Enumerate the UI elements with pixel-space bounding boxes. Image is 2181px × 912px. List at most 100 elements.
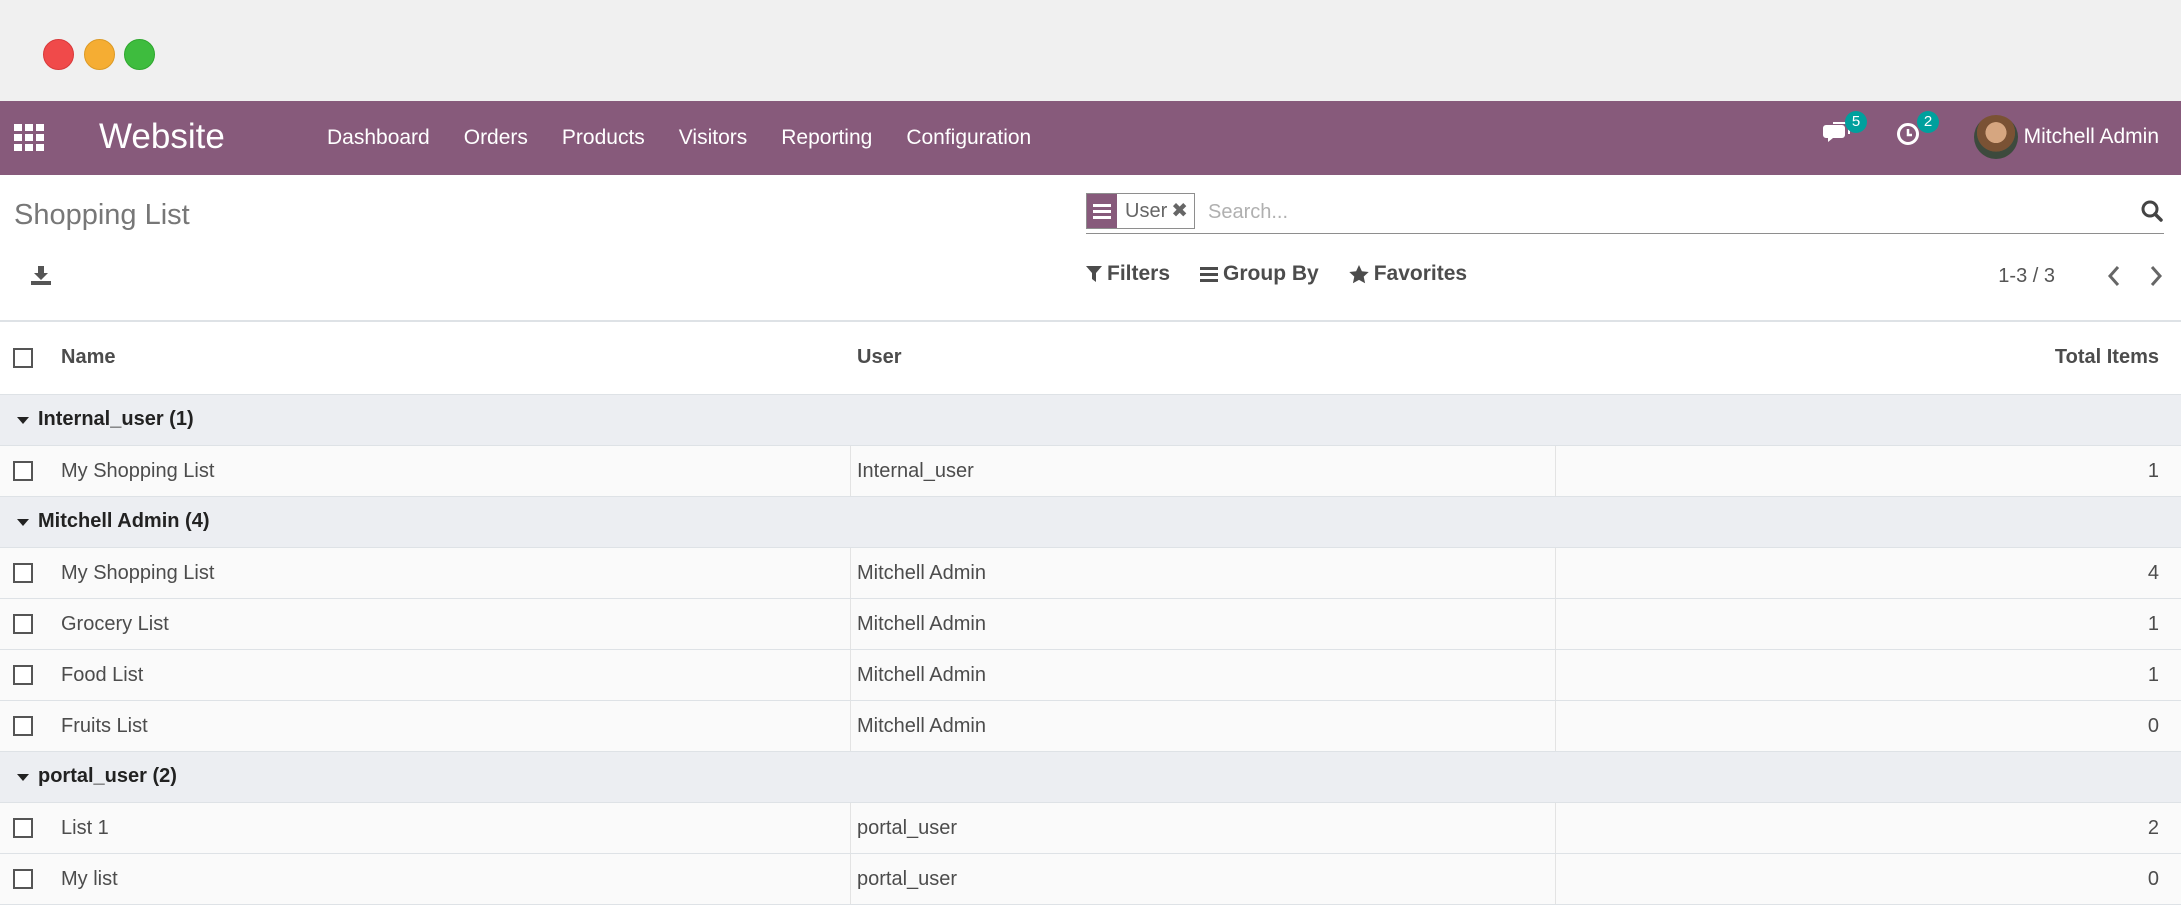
menu-item-reporting[interactable]: Reporting xyxy=(764,126,889,150)
column-divider xyxy=(1555,854,1556,904)
cell-total-items: 0 xyxy=(2147,868,2159,890)
table-row[interactable]: Grocery List Mitchell Admin 1 xyxy=(0,599,2181,650)
filter-icon xyxy=(1086,266,1102,282)
apps-menu-icon[interactable] xyxy=(14,124,44,152)
column-divider xyxy=(1555,701,1556,751)
group-label: Internal_user (1) xyxy=(38,408,194,430)
messaging-button[interactable]: 5 xyxy=(1823,111,1867,152)
download-button[interactable] xyxy=(30,264,52,286)
search-input[interactable] xyxy=(1206,195,2110,229)
avatar xyxy=(1973,115,2018,159)
chevron-left-icon xyxy=(2107,266,2120,286)
table-row[interactable]: My Shopping List Mitchell Admin 4 xyxy=(0,548,2181,599)
facet-label: User xyxy=(1125,200,1168,222)
menu-item-products[interactable]: Products xyxy=(545,126,662,150)
row-checkbox[interactable] xyxy=(13,461,33,481)
download-icon xyxy=(31,266,51,285)
group-row[interactable]: portal_user (2) xyxy=(0,752,2181,803)
page-title: Shopping List xyxy=(14,199,190,231)
activities-badge: 2 xyxy=(1917,111,1939,133)
chevron-right-icon xyxy=(2150,266,2163,286)
table-row[interactable]: Fruits List Mitchell Admin 0 xyxy=(0,701,2181,752)
cell-name: Food List xyxy=(61,664,144,686)
cell-user: Internal_user xyxy=(857,460,974,482)
group-by-label: Group By xyxy=(1223,262,1319,285)
row-checkbox[interactable] xyxy=(13,818,33,838)
activities-button[interactable]: 2 xyxy=(1895,111,1939,152)
pager-previous-button[interactable] xyxy=(2103,262,2125,290)
group-label: portal_user (2) xyxy=(38,765,177,787)
column-divider xyxy=(850,548,851,598)
cell-name: Grocery List xyxy=(61,613,169,635)
group-row[interactable]: Mitchell Admin (4) xyxy=(0,497,2181,548)
minimize-window-button[interactable] xyxy=(84,39,115,70)
row-checkbox[interactable] xyxy=(13,665,33,685)
cell-total-items: 1 xyxy=(2147,460,2159,482)
filters-button[interactable]: Filters xyxy=(1086,262,1170,286)
menu-item-dashboard[interactable]: Dashboard xyxy=(310,126,447,150)
list-view: Name User Total Items Internal_user (1) … xyxy=(0,320,2181,905)
pager-next-button[interactable] xyxy=(2145,262,2167,290)
app-brand[interactable]: Website xyxy=(99,115,225,159)
maximize-window-button[interactable] xyxy=(124,39,155,70)
row-checkbox[interactable] xyxy=(13,869,33,889)
column-divider xyxy=(1555,599,1556,649)
pager-value[interactable]: 1-3 / 3 xyxy=(1998,265,2055,288)
pager: 1-3 / 3 xyxy=(1998,262,2167,290)
caret-down-icon xyxy=(17,417,29,424)
menu-item-configuration[interactable]: Configuration xyxy=(889,126,1048,150)
cell-name: My list xyxy=(61,868,118,890)
cell-name: My Shopping List xyxy=(61,460,215,482)
favorites-button[interactable]: Favorites xyxy=(1349,262,1467,286)
table-row[interactable]: My Shopping List Internal_user 1 xyxy=(0,446,2181,497)
table-header: Name User Total Items xyxy=(0,322,2181,395)
search-facet: User ✖ xyxy=(1086,193,1195,229)
cell-name: My Shopping List xyxy=(61,562,215,584)
main-menu: Dashboard Orders Products Visitors Repor… xyxy=(310,101,1048,175)
table-row[interactable]: My list portal_user 0 xyxy=(0,854,2181,905)
group-by-facet-icon xyxy=(1087,194,1117,228)
bars-icon xyxy=(1200,267,1219,282)
column-header-user[interactable]: User xyxy=(857,346,901,369)
cell-total-items: 1 xyxy=(2147,664,2159,686)
cell-name: Fruits List xyxy=(61,715,148,737)
cell-user: Mitchell Admin xyxy=(857,562,986,584)
select-all-checkbox[interactable] xyxy=(13,348,33,368)
menu-item-orders[interactable]: Orders xyxy=(447,126,545,150)
user-menu[interactable]: Mitchell Admin xyxy=(1973,113,2159,161)
column-divider xyxy=(850,701,851,751)
column-divider xyxy=(850,650,851,700)
cell-user: Mitchell Admin xyxy=(857,715,986,737)
group-row[interactable]: Internal_user (1) xyxy=(0,395,2181,446)
search-icon[interactable] xyxy=(2140,199,2164,223)
cell-total-items: 2 xyxy=(2147,817,2159,839)
cell-user: portal_user xyxy=(857,868,958,890)
filters-label: Filters xyxy=(1107,262,1171,285)
table-row[interactable]: List 1 portal_user 2 xyxy=(0,803,2181,854)
user-name: Mitchell Admin xyxy=(2023,125,2159,148)
favorites-label: Favorites xyxy=(1373,262,1468,285)
cell-user: portal_user xyxy=(857,817,958,839)
column-divider xyxy=(850,854,851,904)
messages-badge: 5 xyxy=(1845,111,1867,133)
close-window-button[interactable] xyxy=(43,39,74,70)
row-checkbox[interactable] xyxy=(13,716,33,736)
column-header-name[interactable]: Name xyxy=(61,346,115,369)
main-navbar: Website Dashboard Orders Products Visito… xyxy=(0,101,2181,175)
column-divider xyxy=(1555,650,1556,700)
row-checkbox[interactable] xyxy=(13,563,33,583)
column-divider xyxy=(850,599,851,649)
cell-total-items: 4 xyxy=(2147,562,2159,584)
search-options: Filters Group By Favorites xyxy=(1086,262,1497,286)
column-header-total-items[interactable]: Total Items xyxy=(2055,346,2159,369)
column-divider xyxy=(1555,446,1556,496)
group-by-button[interactable]: Group By xyxy=(1200,262,1319,286)
table-row[interactable]: Food List Mitchell Admin 1 xyxy=(0,650,2181,701)
search-bar: User ✖ xyxy=(1086,193,2164,234)
cell-name: List 1 xyxy=(61,817,109,839)
remove-facet-icon[interactable]: ✖ xyxy=(1171,194,1194,228)
row-checkbox[interactable] xyxy=(13,614,33,634)
menu-item-visitors[interactable]: Visitors xyxy=(662,126,764,150)
column-divider xyxy=(1555,548,1556,598)
star-icon xyxy=(1349,264,1369,283)
